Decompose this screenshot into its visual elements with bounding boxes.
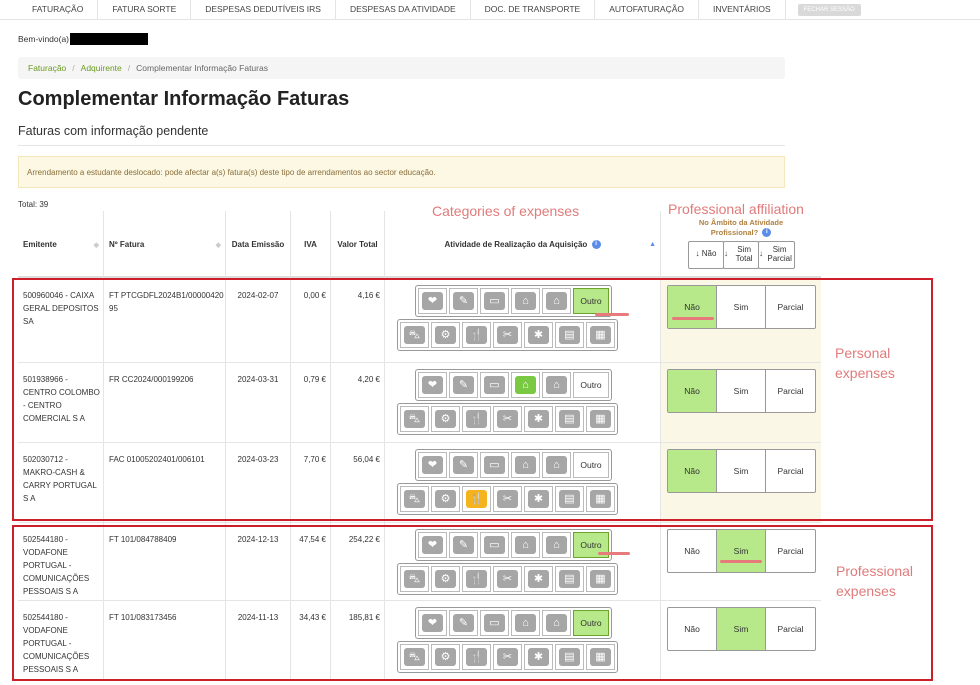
nav-inventarios[interactable]: INVENTÁRIOS: [699, 0, 786, 20]
header-label: Nº Fatura: [109, 240, 145, 249]
breadcrumb-separator: /: [72, 63, 75, 73]
annotation-underline: [598, 552, 630, 555]
page-subtitle: Faturas com informação pendente: [18, 124, 209, 138]
sort-icon: ◆: [93, 242, 99, 249]
annotation-personal-expenses: Personal expenses: [835, 345, 895, 381]
header-valor-total[interactable]: Valor Total: [331, 211, 385, 278]
logout-button[interactable]: FECHAR SESSÃO: [797, 3, 861, 16]
header-label: IVA: [304, 240, 317, 249]
nav-despesas-dedutiveis[interactable]: DESPESAS DEDUTÍVEIS IRS: [191, 0, 336, 20]
sort-icon: ◆: [215, 242, 221, 249]
top-navigation: FATURAÇÃO FATURA SORTE DESPESAS DEDUTÍVE…: [0, 0, 980, 20]
nav-faturacao[interactable]: FATURAÇÃO: [18, 0, 99, 20]
header-iva[interactable]: IVA: [291, 211, 331, 278]
breadcrumb-adquirente[interactable]: Adquirente: [81, 63, 122, 73]
professional-expenses-highlight: [12, 525, 933, 681]
annotation-categories: Categories of expenses: [432, 203, 580, 219]
divider: [18, 145, 785, 146]
filter-sim-parcial-button[interactable]: ↓ Sim Parcial: [758, 240, 795, 269]
sort-up-icon: ▲: [649, 241, 656, 248]
prof-filter-group: ↓ Não ↓ Sim Total ↓ Sim Parcial: [688, 240, 795, 269]
redacted-username: [70, 33, 149, 45]
annotation-professional-expenses: Professional expenses: [836, 563, 914, 599]
header-label: Data Emissão: [231, 240, 285, 249]
info-icon[interactable]: i: [762, 228, 772, 238]
personal-expenses-highlight: [12, 278, 933, 521]
header-n-fatura[interactable]: Nº Fatura ◆: [104, 211, 226, 278]
nav-doc-transporte[interactable]: DOC. DE TRANSPORTE: [471, 0, 596, 20]
breadcrumb-current: Complementar Informação Faturas: [136, 63, 268, 73]
header-label: Atividade de Realização da Aquisição: [444, 240, 588, 249]
welcome-message: Bem-vindo(a): [18, 33, 149, 45]
page-title: Complementar Informação Faturas: [18, 88, 350, 110]
breadcrumb-separator: /: [127, 63, 131, 73]
annotation-underline: [595, 313, 629, 316]
header-emitente[interactable]: Emitente ◆: [18, 211, 104, 278]
table-header: Emitente ◆ Nº Fatura ◆ Data Emissão IVA Va…: [18, 211, 821, 278]
annotation-professional-affiliation: Professional affiliation: [668, 201, 804, 217]
filter-sim-total-button[interactable]: ↓ Sim Total: [723, 240, 759, 269]
header-data-emissao[interactable]: Data Emissão: [226, 211, 291, 278]
total-count: Total: 39: [18, 200, 49, 209]
header-ambito-profissional: No Âmbito da Atividade Profissional? i ↓…: [661, 211, 821, 278]
filter-nao-button[interactable]: ↓ Não: [688, 240, 724, 269]
ambito-title: No Âmbito da Atividade Profissional? i: [698, 218, 784, 238]
header-label: Emitente: [23, 240, 57, 249]
header-label: Valor Total: [337, 240, 378, 249]
breadcrumb-faturacao[interactable]: Faturação: [28, 63, 66, 73]
nav-fatura-sorte[interactable]: FATURA SORTE: [98, 0, 192, 20]
nav-despesas-atividade[interactable]: DESPESAS DA ATIVIDADE: [336, 0, 471, 20]
annotation-underline: [720, 560, 762, 563]
welcome-text: Bem-vindo(a): [18, 34, 70, 44]
breadcrumb: Faturação / Adquirente / Complementar In…: [18, 57, 785, 79]
info-icon[interactable]: i: [591, 240, 601, 249]
annotation-underline: [672, 317, 714, 320]
info-alert: Arrendamento a estudante deslocado: pode…: [18, 156, 785, 188]
nav-autofaturacao[interactable]: AUTOFATURAÇÃO: [595, 0, 700, 20]
